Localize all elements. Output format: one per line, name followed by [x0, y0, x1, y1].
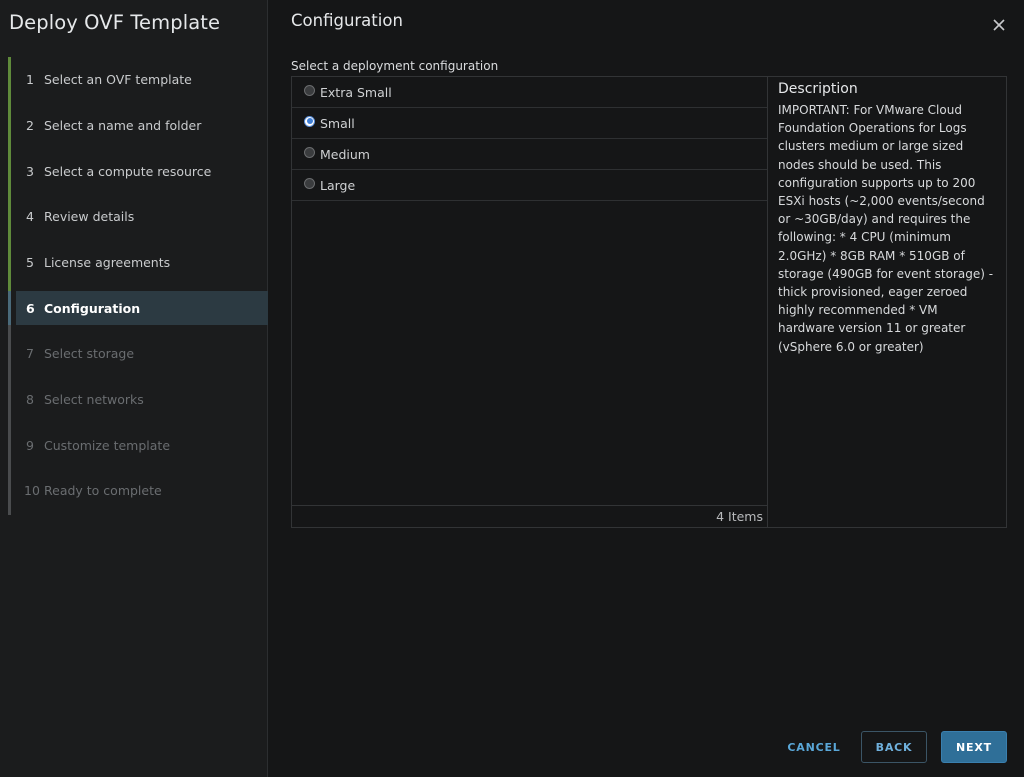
- step-number: 9: [26, 437, 34, 453]
- step-ready-to-complete[interactable]: 10 Ready to complete: [16, 473, 268, 507]
- step-label: License agreements: [44, 254, 171, 270]
- progress-current: [8, 291, 11, 325]
- step-number: 7: [26, 345, 34, 361]
- step-select-ovf-template[interactable]: 1 Select an OVF template: [16, 62, 268, 96]
- cancel-button[interactable]: CANCEL: [775, 731, 853, 763]
- description-panel: Description IMPORTANT: For VMware Cloud …: [767, 76, 1007, 528]
- step-number: 8: [26, 391, 34, 407]
- back-button[interactable]: BACK: [861, 731, 927, 763]
- step-label: Ready to complete: [44, 482, 162, 498]
- section-label: Select a deployment configuration: [291, 59, 499, 73]
- step-number: 5: [26, 254, 34, 270]
- step-label: Configuration: [44, 300, 141, 316]
- step-review-details[interactable]: 4 Review details: [16, 199, 268, 233]
- step-select-storage[interactable]: 7 Select storage: [16, 336, 268, 370]
- step-license-agreements[interactable]: 5 License agreements: [16, 245, 268, 279]
- config-option-extra-small[interactable]: Extra Small: [292, 77, 767, 108]
- step-number: 6: [26, 300, 35, 316]
- step-configuration[interactable]: 6 Configuration: [16, 291, 268, 325]
- option-label: Medium: [320, 146, 370, 162]
- config-option-small[interactable]: Small: [292, 108, 767, 139]
- step-select-name-folder[interactable]: 2 Select a name and folder: [16, 108, 268, 142]
- page-title: Configuration: [291, 11, 403, 30]
- close-button[interactable]: [990, 16, 1008, 34]
- radio-button[interactable]: [304, 177, 315, 189]
- step-label: Select networks: [44, 391, 144, 407]
- step-label: Select storage: [44, 345, 135, 361]
- step-label: Customize template: [44, 437, 171, 453]
- step-number: 3: [26, 163, 34, 179]
- step-number: 4: [26, 208, 34, 224]
- close-icon[interactable]: [990, 16, 1008, 34]
- wizard-steps: 1 Select an OVF template 2 Select a name a…: [0, 57, 268, 515]
- step-number: 2: [26, 117, 34, 133]
- step-label: Review details: [44, 208, 135, 224]
- wizard-title: Deploy OVF Template: [9, 11, 221, 34]
- step-select-compute-resource[interactable]: 3 Select a compute resource: [16, 154, 268, 188]
- step-number: 1: [26, 71, 34, 87]
- radio-button[interactable]: [304, 84, 315, 96]
- step-label: Select a name and folder: [44, 117, 202, 133]
- step-label: Select an OVF template: [44, 71, 192, 87]
- step-label: Select a compute resource: [44, 163, 212, 179]
- step-select-networks[interactable]: 8 Select networks: [16, 382, 268, 416]
- configuration-grid: Extra Small Small Medium Large 4 Items: [291, 76, 768, 528]
- wizard-sidebar: Deploy OVF Template 1 Select an OVF templ…: [0, 0, 268, 777]
- config-option-large[interactable]: Large: [292, 170, 767, 201]
- description-title: Description: [778, 81, 858, 97]
- progress-completed: [8, 57, 11, 291]
- option-label: Small: [320, 115, 355, 131]
- option-label: Extra Small: [320, 84, 392, 100]
- radio-button[interactable]: [304, 146, 315, 158]
- config-option-medium[interactable]: Medium: [292, 139, 767, 170]
- grid-item-count: 4 Items: [292, 505, 767, 527]
- deploy-ovf-dialog: Deploy OVF Template 1 Select an OVF templ…: [0, 0, 1024, 777]
- option-label: Large: [320, 177, 356, 193]
- step-number: 10: [24, 482, 40, 498]
- next-button[interactable]: NEXT: [941, 731, 1007, 763]
- radio-button-selected[interactable]: [304, 115, 315, 127]
- step-customize-template[interactable]: 9 Customize template: [16, 428, 268, 462]
- description-body: IMPORTANT: For VMware Cloud Foundation O…: [778, 103, 994, 354]
- progress-remaining: [8, 325, 11, 515]
